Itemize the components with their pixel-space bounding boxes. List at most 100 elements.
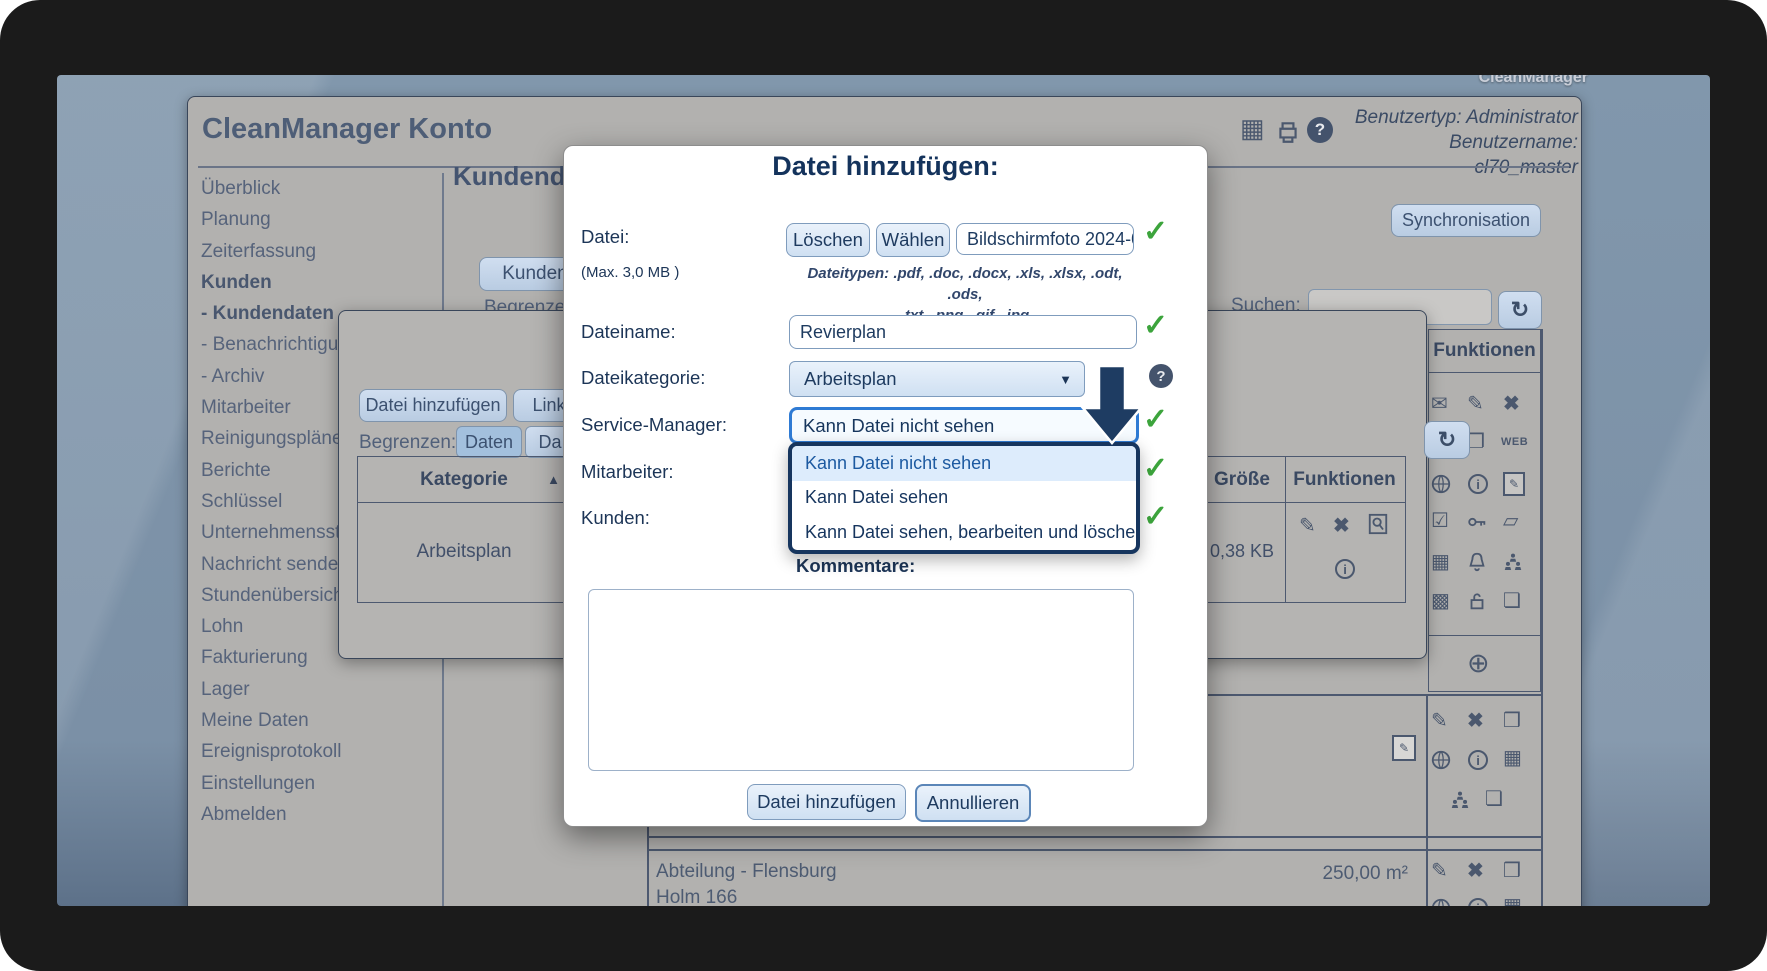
file-delete-icon[interactable]: ✖ <box>1333 516 1350 536</box>
sidebar-item-reinigungsplaene[interactable]: Reinigungspläne <box>201 423 344 454</box>
row-name-line1: Abteilung - Flensburg <box>656 861 837 883</box>
edit-note-icon[interactable]: ✎ <box>1392 735 1416 761</box>
globe-icon[interactable] <box>1430 473 1452 495</box>
sidebar-item-benachrichtigungen[interactable]: - Benachrichtigu <box>201 329 344 360</box>
search-refresh-button[interactable]: ↻ <box>1498 291 1542 329</box>
sidebar-item-planung[interactable]: Planung <box>201 204 344 235</box>
sidebar-item-fakturierung[interactable]: Fakturierung <box>201 642 344 673</box>
file-preview-icon[interactable] <box>1367 513 1389 535</box>
row3-pencil-icon[interactable]: ✎ <box>1431 861 1448 881</box>
row3-globe-icon[interactable] <box>1430 897 1452 906</box>
dropdown-option-3[interactable]: Kann Datei sehen, bearbeiten und löschen <box>792 515 1136 550</box>
waehlen-button[interactable]: Wählen <box>876 223 950 257</box>
cancel-button[interactable]: Annullieren <box>915 784 1031 822</box>
submit-button[interactable]: Datei hinzufügen <box>747 784 906 820</box>
row2-globe-icon[interactable] <box>1430 749 1452 771</box>
documents-icon[interactable]: ❏ <box>1503 591 1521 611</box>
service-manager-label: Service-Manager: <box>581 414 727 436</box>
map-icon[interactable]: ▱ <box>1503 511 1518 531</box>
valid-check-icon-sm: ✓ <box>1143 402 1168 437</box>
envelope-icon[interactable]: ✉ <box>1431 394 1448 414</box>
tab-daten[interactable]: Daten <box>456 426 522 458</box>
add-row-icon[interactable]: ⊕ <box>1467 650 1490 677</box>
sidebar-item-lager[interactable]: Lager <box>201 674 344 705</box>
printer-icon[interactable] <box>1275 119 1301 145</box>
key-icon[interactable] <box>1466 511 1488 533</box>
kategorie-header[interactable]: Kategorie ▲ <box>357 456 571 503</box>
dateiname-label: Dateiname: <box>581 321 676 343</box>
row3-box-icon[interactable]: ❒ <box>1503 861 1521 881</box>
row2-delete-icon[interactable]: ✖ <box>1467 711 1484 731</box>
kommentare-textarea[interactable] <box>588 589 1134 771</box>
file-info-icon[interactable]: i <box>1335 559 1355 579</box>
row2-people-icon[interactable] <box>1449 789 1471 811</box>
kunden-label: Kunden: <box>581 507 650 529</box>
sidebar-item-kunden[interactable]: Kunden <box>201 267 344 298</box>
sidebar-item-berichte[interactable]: Berichte <box>201 455 344 486</box>
row2-docs-icon[interactable]: ❏ <box>1485 789 1503 809</box>
file-name-display[interactable]: Bildschirmfoto 2024-06 <box>956 223 1134 255</box>
sidebar-item-zeiterfassung[interactable]: Zeiterfassung <box>201 236 344 267</box>
qr-code-icon[interactable]: ▩ <box>1431 591 1450 611</box>
sidebar-item-schluessel[interactable]: Schlüssel <box>201 486 344 517</box>
sidebar-item-mitarbeiter[interactable]: Mitarbeiter <box>201 392 344 423</box>
unlock-icon[interactable] <box>1466 590 1488 612</box>
calendar-grid-icon[interactable]: ▦ <box>1431 552 1450 572</box>
web-icon[interactable]: WEB <box>1501 436 1528 448</box>
max-size-label: (Max. 3,0 MB ) <box>581 264 679 281</box>
dropdown-option-2[interactable]: Kann Datei sehen <box>792 481 1136 516</box>
note-icon[interactable]: ✎ <box>1503 472 1525 496</box>
sidebar-item-ueberblick[interactable]: Überblick <box>201 173 344 204</box>
page-title: CleanManager Konto <box>202 113 492 146</box>
help-icon[interactable]: ? <box>1307 117 1333 143</box>
refresh-icon: ↻ <box>1511 297 1529 323</box>
table-view-icon[interactable]: ▦ <box>1240 115 1265 141</box>
table-right-border <box>1541 329 1543 906</box>
sidebar-item-einstellungen[interactable]: Einstellungen <box>201 768 344 799</box>
screenshot-stage: CleanManager CleanManager Konto ▦ ? Benu… <box>0 0 1767 971</box>
sidebar-item-meine-daten[interactable]: Meine Daten <box>201 705 344 736</box>
row2-grid-icon[interactable]: ▦ <box>1503 748 1522 768</box>
synchronisation-button[interactable]: Synchronisation <box>1391 204 1541 237</box>
files-refresh-icon: ↻ <box>1438 427 1456 453</box>
file-edit-icon[interactable]: ✎ <box>1299 516 1316 536</box>
bell-icon[interactable] <box>1466 551 1488 573</box>
delete-icon[interactable]: ✖ <box>1503 394 1520 414</box>
sidebar-item-archiv[interactable]: - Archiv <box>201 361 344 392</box>
row3-delete-icon[interactable]: ✖ <box>1467 861 1484 881</box>
row-divider-2 <box>647 836 1541 838</box>
info-icon[interactable]: i <box>1468 474 1488 494</box>
sidebar-item-kundendaten[interactable]: - Kundendaten <box>201 298 344 329</box>
loeschen-button[interactable]: Löschen <box>786 223 870 257</box>
groesse-header[interactable]: Größe <box>1198 456 1286 503</box>
files-refresh-button[interactable]: ↻ <box>1424 421 1470 459</box>
org-people-icon[interactable] <box>1502 551 1524 573</box>
row3-grid-icon[interactable]: ▦ <box>1503 896 1522 906</box>
add-file-button-bg[interactable]: Datei hinzufügen <box>359 389 507 422</box>
sidebar-item-lohn[interactable]: Lohn <box>201 611 344 642</box>
desktop-background: CleanManager CleanManager Konto ▦ ? Benu… <box>57 75 1710 906</box>
caret-down-icon-sm: ▼ <box>1111 418 1124 433</box>
funktionen-left-border <box>1426 694 1428 906</box>
sidebar-item-stundenuebersicht[interactable]: Stundenübersich <box>201 580 344 611</box>
row2-info-icon[interactable]: i <box>1468 750 1488 770</box>
app-brand: CleanManager <box>1380 75 1588 87</box>
kategorie-help-icon[interactable]: ? <box>1149 364 1173 388</box>
sidebar-item-nachricht-senden[interactable]: Nachricht sende <box>201 549 344 580</box>
dateikategorie-label: Dateikategorie: <box>581 367 705 389</box>
sidebar-item-abmelden[interactable]: Abmelden <box>201 799 344 830</box>
dateiname-input[interactable]: Revierplan <box>789 315 1137 349</box>
row3-info-icon[interactable]: i <box>1468 898 1488 906</box>
sidebar-item-unternehmensstruktur[interactable]: Unternehmensst <box>201 517 344 548</box>
row2-box-icon[interactable]: ❒ <box>1503 711 1521 731</box>
dropdown-option-1[interactable]: Kann Datei nicht sehen <box>792 446 1136 481</box>
dateikategorie-value: Arbeitsplan <box>804 368 897 390</box>
clipboard-check-icon[interactable]: ☑ <box>1431 511 1449 531</box>
service-manager-select[interactable]: Kann Datei nicht sehen ▼ <box>789 407 1139 444</box>
highlighter-icon[interactable]: ✎ <box>1467 394 1484 414</box>
sidebar-item-ereignisprotokoll[interactable]: Ereignisprotokoll <box>201 736 344 767</box>
service-manager-value: Kann Datei nicht sehen <box>803 415 994 437</box>
row2-pencil-icon[interactable]: ✎ <box>1431 711 1448 731</box>
dateikategorie-select[interactable]: Arbeitsplan ▼ <box>789 361 1085 397</box>
service-manager-dropdown: Kann Datei nicht sehen Kann Datei sehen … <box>788 442 1140 554</box>
